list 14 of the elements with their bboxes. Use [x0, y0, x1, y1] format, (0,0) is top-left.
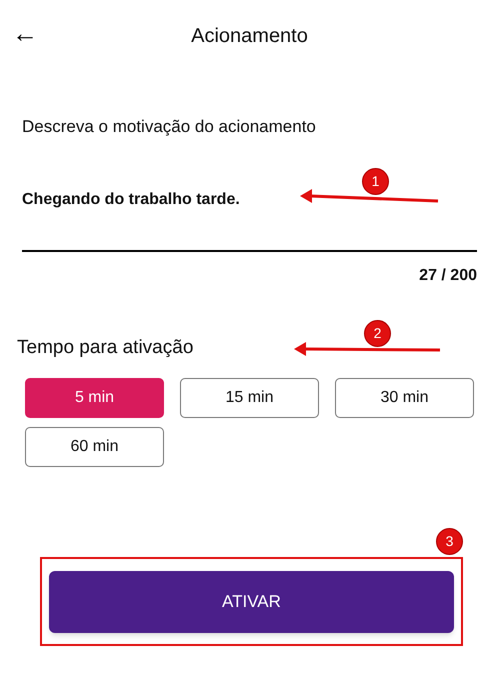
time-option[interactable]: 15 min [180, 378, 319, 418]
section-title: Tempo para ativação [17, 336, 194, 360]
character-counter: 27 / 200 [419, 266, 477, 286]
time-option[interactable]: 60 min [25, 427, 164, 467]
time-option[interactable]: 5 min [25, 378, 164, 418]
back-button[interactable]: ← [8, 20, 42, 46]
field-label: Descreva o motivação do acionamento [22, 116, 317, 138]
annotation-number: 2 [364, 320, 391, 347]
activate-button[interactable]: ATIVAR [49, 570, 454, 632]
motivation-field[interactable]: Chegando do trabalho tarde. [22, 188, 477, 252]
time-option[interactable]: 30 min [335, 378, 474, 418]
screen-title: Acionamento [191, 24, 308, 49]
annotation-number: 1 [362, 168, 389, 195]
annotation-number: 3 [436, 528, 463, 555]
